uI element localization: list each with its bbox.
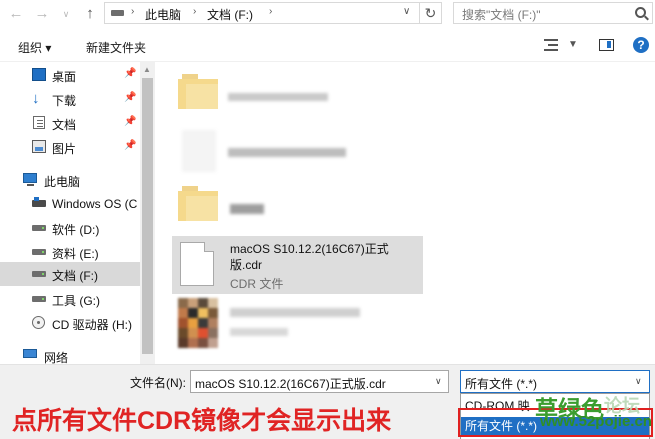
sidebar-item-label: 资料 (E:) bbox=[52, 247, 99, 261]
filename-label: 文件名(N): bbox=[130, 376, 186, 390]
blurred-filename bbox=[228, 93, 328, 101]
sidebar-item-documents[interactable]: 文档 📌 bbox=[0, 111, 140, 135]
watermark-url: www.52pojie.cn bbox=[540, 413, 652, 430]
sidebar-item-label: 软件 (D:) bbox=[52, 223, 100, 237]
sidebar-item-pictures[interactable]: 图片 📌 bbox=[0, 135, 140, 159]
pin-icon: 📌 bbox=[124, 68, 137, 79]
sidebar-item-label: 此电脑 bbox=[44, 175, 81, 189]
sidebar-item-this-pc[interactable]: 此电脑 bbox=[0, 168, 140, 192]
view-options-icon[interactable] bbox=[544, 39, 558, 51]
sidebar-item-label: CD 驱动器 (H:) bbox=[52, 318, 132, 332]
search-icon[interactable] bbox=[635, 7, 646, 18]
document-icon bbox=[33, 116, 45, 129]
blurred-filename bbox=[230, 204, 264, 214]
image-thumbnail[interactable] bbox=[178, 298, 220, 348]
up-arrow-icon[interactable]: ↑ bbox=[80, 4, 100, 24]
drive-icon bbox=[32, 271, 46, 277]
sidebar-item-label: 下载 bbox=[52, 94, 77, 108]
navigation-pane: 桌面 📌 ↓ 下载 📌 文档 📌 图片 📌 此电脑 Windows OS (C … bbox=[0, 62, 140, 364]
file-type-value: 所有文件 (*.*) bbox=[465, 377, 538, 391]
refresh-button[interactable]: ↻ bbox=[420, 2, 442, 24]
address-bar: ← → ∨ ↑ › 此电脑 › 文档 (F:) › ∨ ↻ 搜索"文档 (F:)… bbox=[0, 0, 655, 28]
organize-button[interactable]: 组织 ▾ bbox=[18, 39, 51, 56]
sidebar-item-network[interactable]: 网络 bbox=[0, 344, 140, 364]
cdr-file-icon bbox=[180, 242, 214, 286]
blurred-filename bbox=[228, 148, 346, 157]
breadcrumb-separator-icon[interactable]: › bbox=[193, 6, 196, 17]
pin-icon: 📌 bbox=[124, 116, 137, 127]
folder-icon[interactable] bbox=[176, 182, 220, 224]
desktop-icon bbox=[32, 68, 46, 81]
sidebar-item-downloads[interactable]: ↓ 下载 📌 bbox=[0, 87, 140, 111]
sidebar-item-label: 网络 bbox=[44, 351, 69, 364]
list-item[interactable]: macOS S10.12.2(16C67)正式版.cdr CDR 文件 bbox=[172, 236, 423, 294]
sidebar-item-label: 桌面 bbox=[52, 70, 77, 84]
scroll-up-icon[interactable]: ▲ bbox=[143, 65, 151, 74]
sidebar-item-windows-c[interactable]: Windows OS (C bbox=[0, 192, 140, 216]
sidebar-item-drive-g[interactable]: 工具 (G:) bbox=[0, 287, 140, 311]
breadcrumb-separator-icon[interactable]: › bbox=[269, 6, 272, 17]
breadcrumb-separator-icon[interactable]: › bbox=[131, 6, 134, 17]
chevron-down-icon[interactable]: ∨ bbox=[435, 376, 442, 387]
help-icon[interactable]: ? bbox=[633, 37, 649, 53]
sidebar-item-label: 图片 bbox=[52, 142, 77, 156]
pin-icon: 📌 bbox=[124, 92, 137, 103]
sidebar-item-drive-e[interactable]: 资料 (E:) bbox=[0, 240, 140, 264]
sidebar-item-desktop[interactable]: 桌面 📌 bbox=[0, 63, 140, 87]
sidebar-item-drive-f[interactable]: 文档 (F:) bbox=[0, 262, 140, 286]
chevron-down-icon[interactable]: ∨ bbox=[403, 6, 410, 17]
new-folder-button[interactable]: 新建文件夹 bbox=[86, 39, 146, 56]
chevron-down-icon[interactable]: ∨ bbox=[635, 376, 642, 387]
drive-icon bbox=[32, 296, 46, 302]
breadcrumb-this-pc[interactable]: 此电脑 bbox=[145, 6, 181, 23]
chevron-down-icon[interactable]: ▼ bbox=[568, 39, 578, 50]
nav-scrollbar[interactable]: ▲ bbox=[140, 62, 155, 364]
blurred-filename bbox=[230, 328, 288, 336]
file-name: macOS S10.12.2(16C67)正式版.cdr bbox=[230, 242, 389, 272]
windows-drive-icon bbox=[32, 197, 46, 207]
scrollbar-thumb[interactable] bbox=[142, 78, 153, 354]
blurred-filename bbox=[230, 308, 360, 317]
sidebar-item-label: 文档 (F:) bbox=[52, 269, 98, 283]
drive-icon bbox=[32, 225, 46, 231]
picture-icon bbox=[32, 140, 46, 153]
filename-input[interactable]: macOS S10.12.2(16C67)正式版.cdr ∨ bbox=[190, 370, 449, 393]
back-arrow-icon[interactable]: ← bbox=[6, 4, 26, 24]
breadcrumb[interactable]: › 此电脑 › 文档 (F:) › ∨ bbox=[104, 2, 420, 24]
sidebar-item-label: Windows OS (C bbox=[52, 197, 138, 211]
breadcrumb-documents-f[interactable]: 文档 (F:) bbox=[207, 6, 253, 23]
sidebar-item-label: 工具 (G:) bbox=[52, 294, 100, 308]
computer-icon bbox=[23, 173, 37, 186]
file-icon[interactable] bbox=[182, 130, 216, 172]
sidebar-item-cd-drive-h[interactable]: CD 驱动器 (H:) bbox=[0, 311, 140, 335]
file-type: CDR 文件 bbox=[230, 277, 284, 291]
filename-value: macOS S10.12.2(16C67)正式版.cdr bbox=[195, 377, 386, 391]
drive-icon bbox=[32, 249, 46, 255]
search-placeholder: 搜索"文档 (F:)" bbox=[462, 8, 541, 22]
search-input[interactable]: 搜索"文档 (F:)" bbox=[453, 2, 653, 24]
sidebar-item-label: 文档 bbox=[52, 118, 77, 132]
annotation-text: 点所有文件CDR镜像才会显示出来 bbox=[12, 407, 392, 435]
forward-arrow-icon[interactable]: → bbox=[32, 4, 52, 24]
file-list: macOS S10.12.2(16C67)正式版.cdr CDR 文件 bbox=[158, 62, 639, 364]
drive-icon bbox=[111, 10, 124, 16]
sidebar-item-drive-d[interactable]: 软件 (D:) bbox=[0, 216, 140, 240]
download-icon: ↓ bbox=[32, 90, 40, 107]
network-icon bbox=[23, 349, 37, 358]
file-list-scrollbar[interactable] bbox=[639, 62, 655, 364]
recent-locations-chevron-icon[interactable]: ∨ bbox=[56, 4, 76, 24]
preview-pane-icon[interactable] bbox=[599, 39, 614, 51]
cd-drive-icon bbox=[32, 316, 45, 329]
toolbar: 组织 ▾ 新建文件夹 ▼ ? bbox=[0, 30, 655, 62]
folder-icon[interactable] bbox=[176, 70, 220, 112]
pin-icon: 📌 bbox=[124, 140, 137, 151]
